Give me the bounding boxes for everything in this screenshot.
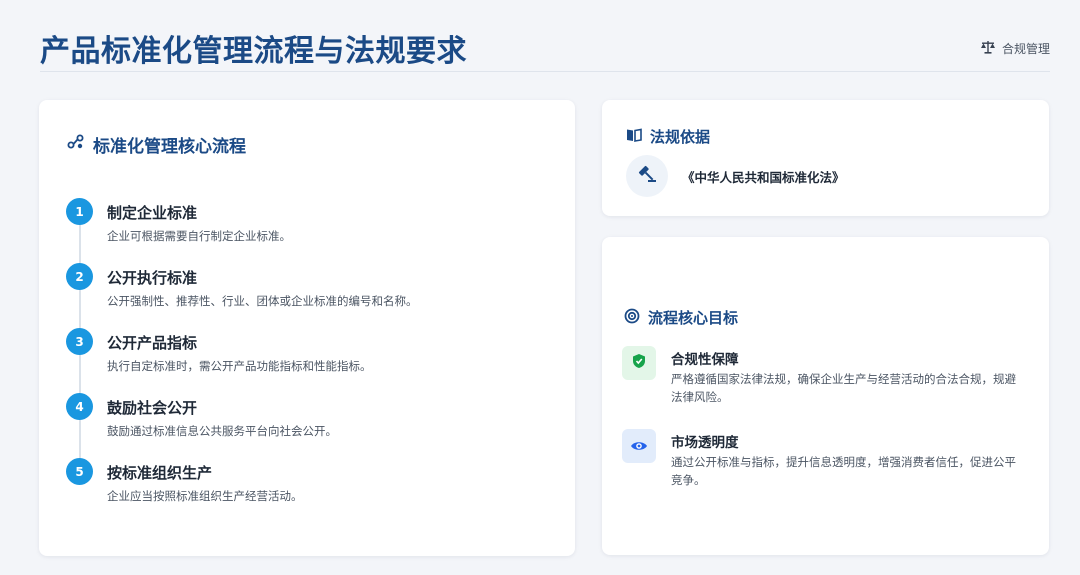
law-heading: 法规依据 bbox=[626, 126, 710, 147]
book-icon bbox=[626, 128, 642, 146]
eye-icon bbox=[630, 437, 648, 456]
page-header: 产品标准化管理流程与法规要求 合规管理 bbox=[40, 22, 1050, 72]
process-step-4: 4 鼓励社会公开 鼓励通过标准信息公共服务平台向社会公开。 bbox=[66, 393, 546, 458]
step-description: 企业应当按照标准组织生产经营活动。 bbox=[107, 489, 303, 503]
page-title: 产品标准化管理流程与法规要求 bbox=[40, 34, 467, 69]
process-heading-text: 标准化管理核心流程 bbox=[93, 137, 246, 157]
gavel-icon bbox=[637, 164, 657, 188]
step-description: 企业可根据需要自行制定企业标准。 bbox=[107, 229, 291, 243]
process-step-1: 1 制定企业标准 企业可根据需要自行制定企业标准。 bbox=[66, 198, 546, 263]
step-title: 公开产品指标 bbox=[107, 334, 198, 352]
flow-nodes-icon bbox=[67, 134, 85, 155]
compliance-tag-label: 合规管理 bbox=[1001, 42, 1050, 56]
law-heading-text: 法规依据 bbox=[650, 128, 711, 146]
process-step-3: 3 公开产品指标 执行自定标准时，需公开产品功能指标和性能指标。 bbox=[66, 328, 546, 393]
goals-card: 流程核心目标 合规性保障 严格遵循国家法律法规，确保企业生产与经营活动的合法合规… bbox=[602, 237, 1049, 555]
step-title: 公开执行标准 bbox=[107, 269, 198, 287]
step-description: 鼓励通过标准信息公共服务平台向社会公开。 bbox=[107, 424, 337, 438]
goals-heading: 流程核心目标 bbox=[624, 307, 738, 328]
law-card: 法规依据 《中华人民共和国标准化法》 bbox=[602, 100, 1049, 216]
scale-icon bbox=[980, 40, 996, 57]
step-number-badge: 3 bbox=[66, 328, 93, 355]
goal-icon-wrap bbox=[622, 429, 656, 463]
step-number-badge: 2 bbox=[66, 263, 93, 290]
goals-heading-text: 流程核心目标 bbox=[648, 309, 739, 327]
step-title: 制定企业标准 bbox=[107, 204, 198, 222]
process-step-5: 5 按标准组织生产 企业应当按照标准组织生产经营活动。 bbox=[66, 458, 546, 523]
goal-icon-wrap bbox=[622, 346, 656, 380]
step-title: 按标准组织生产 bbox=[107, 464, 213, 482]
shield-icon bbox=[632, 353, 646, 373]
goal-description: 通过公开标准与指标，提升信息透明度，增强消费者信任，促进公平竞争。 bbox=[671, 455, 1016, 487]
step-description: 执行自定标准时，需公开产品功能指标和性能指标。 bbox=[107, 359, 372, 373]
law-icon-wrap bbox=[626, 155, 668, 197]
process-step-2: 2 公开执行标准 公开强制性、推荐性、行业、团体或企业标准的编号和名称。 bbox=[66, 263, 546, 328]
target-icon bbox=[624, 308, 640, 328]
process-card: 标准化管理核心流程 1 制定企业标准 企业可根据需要自行制定企业标准。 2 公开… bbox=[39, 100, 575, 556]
step-number-badge: 1 bbox=[66, 198, 93, 225]
goal-title: 合规性保障 bbox=[671, 352, 739, 368]
step-number-badge: 4 bbox=[66, 393, 93, 420]
process-heading: 标准化管理核心流程 bbox=[67, 132, 246, 157]
step-description: 公开强制性、推荐性、行业、团体或企业标准的编号和名称。 bbox=[107, 294, 418, 308]
goal-title: 市场透明度 bbox=[671, 435, 739, 451]
law-name: 《中华人民共和国标准化法》 bbox=[682, 169, 845, 185]
law-item: 《中华人民共和国标准化法》 bbox=[626, 155, 845, 197]
process-timeline: 1 制定企业标准 企业可根据需要自行制定企业标准。 2 公开执行标准 公开强制性… bbox=[66, 198, 546, 523]
compliance-tag: 合规管理 bbox=[980, 40, 1050, 57]
goal-description: 严格遵循国家法律法规，确保企业生产与经营活动的合法合规，规避法律风险。 bbox=[671, 372, 1016, 404]
step-title: 鼓励社会公开 bbox=[107, 399, 198, 417]
step-number-badge: 5 bbox=[66, 458, 93, 485]
